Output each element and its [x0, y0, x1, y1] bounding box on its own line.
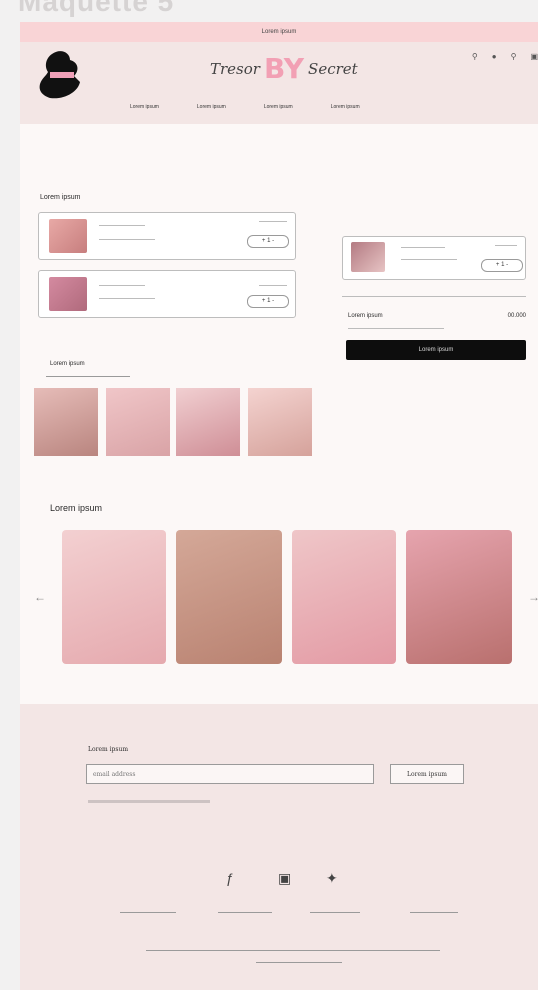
brand-logo[interactable]: Tresor BY Secret — [210, 52, 358, 85]
page: Lorem ipsum Tresor BY Secret ⚲ ● ⚲ ▣ Lor… — [20, 22, 538, 990]
text-placeholder — [259, 285, 287, 286]
text-placeholder — [259, 221, 287, 222]
text-placeholder — [495, 245, 517, 246]
related-product-image[interactable] — [106, 388, 170, 456]
footer: Lorem ipsum Lorem ipsum ƒ ▣ ✦ — [20, 704, 538, 990]
frame-title: Maquette 5 — [18, 0, 175, 17]
brand-by: BY — [263, 52, 305, 85]
product-thumbnail[interactable] — [49, 277, 87, 311]
arrow-right-icon[interactable]: → — [528, 590, 538, 604]
text-placeholder — [256, 962, 342, 963]
text-placeholder — [348, 328, 444, 329]
divider — [46, 376, 130, 377]
text-placeholder — [99, 225, 145, 226]
text-placeholder — [401, 259, 457, 260]
product-card-image[interactable] — [176, 530, 282, 664]
footer-link[interactable] — [218, 912, 272, 913]
search-icon[interactable]: ⚲ — [511, 52, 517, 61]
related-product-image[interactable] — [34, 388, 98, 456]
summary-item: + 1 - — [342, 236, 526, 280]
brand-right: Secret — [308, 59, 358, 78]
nav-item[interactable]: Lorem ipsum — [130, 104, 159, 110]
newsletter-label: Lorem ipsum — [88, 746, 129, 753]
bag-icon[interactable]: ▣ — [530, 52, 538, 61]
quantity-stepper[interactable]: + 1 - — [247, 295, 289, 308]
divider — [342, 296, 526, 297]
quantity-stepper[interactable]: + 1 - — [481, 259, 523, 272]
logo-icon[interactable] — [34, 48, 86, 104]
related-product-image[interactable] — [248, 388, 312, 456]
nav-item[interactable]: Lorem ipsum — [331, 104, 360, 110]
nav-item[interactable]: Lorem ipsum — [197, 104, 226, 110]
cart-title: Lorem ipsum — [40, 194, 81, 201]
header-icons: ⚲ ● ⚲ ▣ — [472, 52, 538, 61]
brand-left: Tresor — [210, 59, 260, 78]
divider — [146, 950, 440, 951]
nav-item[interactable]: Lorem ipsum — [264, 104, 293, 110]
cart-item: + 1 - — [38, 270, 296, 318]
arrow-left-icon[interactable]: ← — [34, 590, 46, 604]
related-label: Lorem ipsum — [50, 361, 85, 367]
checkout-button[interactable]: Lorem ipsum — [346, 340, 526, 360]
main-nav: Lorem ipsum Lorem ipsum Lorem ipsum Lore… — [130, 104, 360, 110]
instagram-icon[interactable]: ▣ — [278, 870, 291, 887]
top-banner: Lorem ipsum — [20, 22, 538, 42]
text-placeholder — [88, 800, 210, 803]
text-placeholder — [401, 247, 445, 248]
footer-link[interactable] — [120, 912, 176, 913]
related-product-image[interactable] — [176, 388, 240, 456]
newsletter-submit-button[interactable]: Lorem ipsum — [390, 764, 464, 784]
header: Tresor BY Secret ⚲ ● ⚲ ▣ Lorem ipsum Lor… — [20, 42, 538, 124]
product-card-image[interactable] — [292, 530, 396, 664]
total-label: Lorem ipsum — [348, 313, 383, 319]
user-icon[interactable]: ● — [492, 52, 497, 61]
quantity-stepper[interactable]: + 1 - — [247, 235, 289, 248]
product-thumbnail[interactable] — [351, 242, 385, 272]
total-value: 00.000 — [507, 313, 526, 319]
section-title: Lorem ipsum — [50, 503, 103, 513]
location-icon[interactable]: ⚲ — [472, 52, 478, 61]
twitter-icon[interactable]: ✦ — [326, 870, 338, 887]
footer-link[interactable] — [310, 912, 360, 913]
product-card-image[interactable] — [62, 530, 166, 664]
footer-link[interactable] — [410, 912, 458, 913]
text-placeholder — [99, 285, 145, 286]
product-card-image[interactable] — [406, 530, 512, 664]
product-thumbnail[interactable] — [49, 219, 87, 253]
cart-item: + 1 - — [38, 212, 296, 260]
email-input[interactable] — [86, 764, 374, 784]
text-placeholder — [99, 298, 155, 299]
facebook-icon[interactable]: ƒ — [226, 870, 234, 886]
text-placeholder — [99, 239, 155, 240]
